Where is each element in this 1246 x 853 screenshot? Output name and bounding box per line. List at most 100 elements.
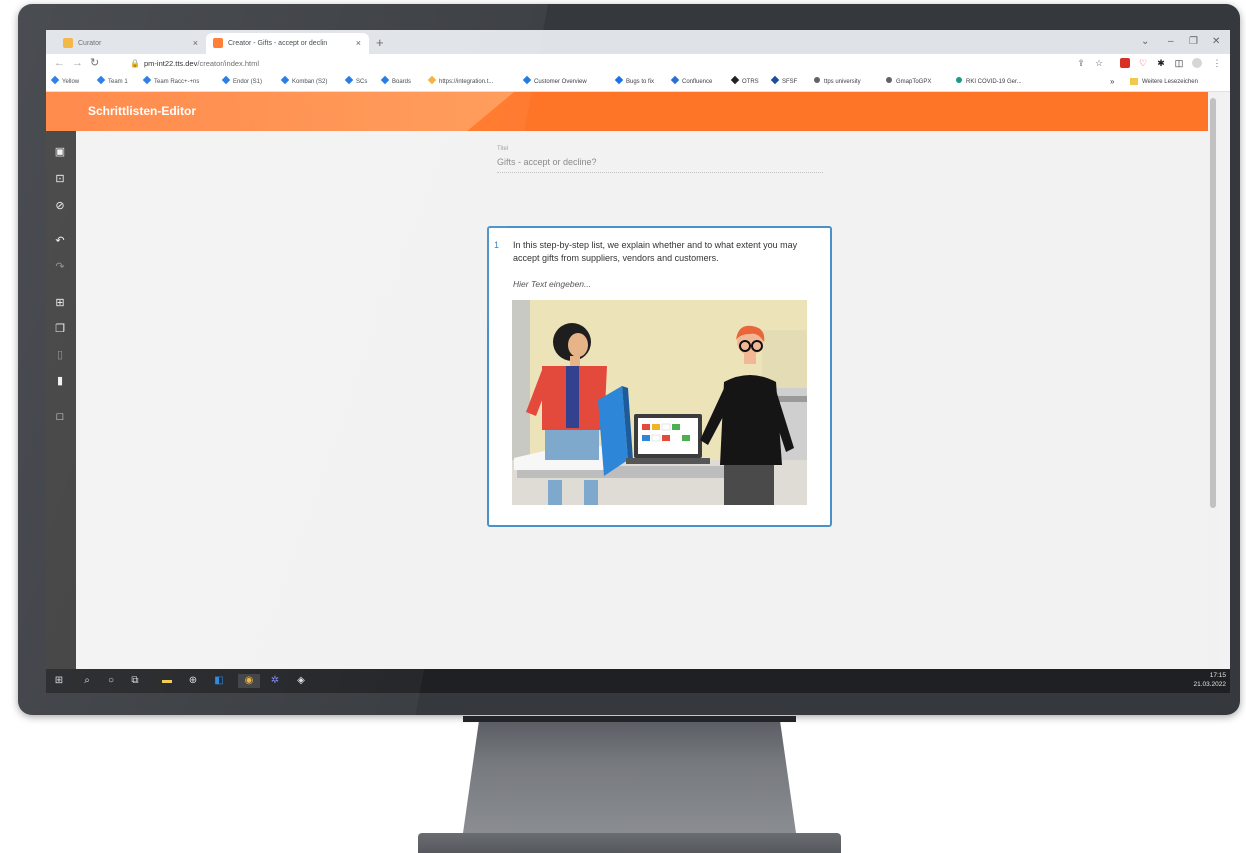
tab-curator[interactable]: Curator ×: [56, 33, 206, 54]
close-tab-icon[interactable]: ×: [193, 33, 198, 54]
step-text[interactable]: In this step-by-step list, we explain wh…: [513, 239, 818, 265]
pocket-icon[interactable]: ♡: [1138, 58, 1148, 68]
step-number: 1: [494, 240, 500, 250]
bookmark-icon: [614, 76, 624, 85]
file-explorer-icon[interactable]: ▬: [160, 674, 174, 688]
menu-kebab-icon[interactable]: ⋮: [1212, 58, 1222, 68]
monitor-stand-joint: [463, 716, 796, 722]
bookmark-item[interactable]: Bugs to fix: [614, 73, 654, 91]
close-tab-icon[interactable]: ×: [356, 33, 361, 54]
search-icon[interactable]: ⌕: [80, 674, 94, 688]
screen: Curator × Creator - Gifts - accept or de…: [46, 30, 1230, 693]
bookmark-icon: [280, 76, 290, 85]
clock-date: 21.03.2022: [1193, 681, 1226, 688]
url-host: pm-int22.tts.dev: [144, 59, 198, 68]
bookmark-item[interactable]: Team 1: [96, 73, 128, 91]
close-window-icon[interactable]: ✕: [1212, 33, 1220, 51]
redo-icon[interactable]: ↷: [53, 260, 67, 274]
undo-icon[interactable]: ↶: [53, 234, 67, 248]
cortana-icon[interactable]: ○: [104, 674, 118, 688]
sidepanel-icon[interactable]: ◫: [1174, 58, 1184, 68]
extensions-puzzle-icon[interactable]: ✱: [1156, 58, 1166, 68]
chrome-icon[interactable]: ◉: [238, 674, 260, 688]
minimize-icon[interactable]: –: [1168, 33, 1174, 51]
address-bar[interactable]: pm-int22.tts.dev/creator/index.html: [144, 55, 259, 72]
bookmark-item[interactable]: Confluence: [670, 73, 712, 91]
tab-label: Curator: [78, 40, 102, 47]
select-icon[interactable]: □: [53, 410, 67, 424]
globe-icon: [886, 77, 892, 84]
app-icon[interactable]: ◈: [294, 674, 308, 688]
bookmark-icon: [221, 76, 231, 85]
windows-start-icon[interactable]: ⊞: [52, 674, 66, 688]
browser-tab-strip: Curator × Creator - Gifts - accept or de…: [46, 30, 1230, 54]
monitor-frame: Curator × Creator - Gifts - accept or de…: [18, 4, 1240, 715]
add-step-icon[interactable]: ⊞: [53, 296, 67, 310]
clock-time: 17:15: [1209, 672, 1226, 679]
bookmark-item[interactable]: Komban (S2): [280, 73, 327, 91]
step-illustration[interactable]: [512, 300, 807, 505]
folder-icon: [1130, 77, 1138, 85]
outlook-icon[interactable]: ◧: [212, 674, 226, 688]
tab-search-chevron-icon[interactable]: ⌄: [1141, 33, 1149, 51]
bookmark-item[interactable]: https://integration.t...: [427, 73, 493, 91]
bookmark-item[interactable]: OTRS: [730, 73, 759, 91]
bookmark-icon: [380, 76, 390, 85]
other-bookmarks[interactable]: Weitere Lesezeichen: [1130, 73, 1198, 91]
cancel-icon[interactable]: ⊘: [53, 199, 67, 213]
title-input[interactable]: Gifts - accept or decline?: [497, 157, 597, 167]
copy-icon[interactable]: ❐: [53, 322, 67, 336]
globe-icon: [814, 77, 820, 84]
bookmark-item[interactable]: Team Racc+-+ns: [142, 73, 199, 91]
bookmark-icon: [427, 76, 437, 85]
windows-taskbar: ⊞ ⌕ ○ ⧉ ▬ ⊕ ◧ ◉ ✲ ◈ 17:15 21.03.2022: [46, 669, 1230, 693]
bookmark-icon: [522, 76, 532, 85]
reload-icon[interactable]: ↻: [90, 55, 99, 72]
forward-icon[interactable]: →: [72, 55, 83, 72]
sf-icon: [770, 76, 780, 85]
bookmark-star-icon[interactable]: ☆: [1094, 58, 1104, 68]
address-row: ← → ↻ 🔒 pm-int22.tts.dev/creator/index.h…: [46, 54, 1230, 73]
bookmark-item[interactable]: RKI COVID-19 Ger...: [956, 73, 1022, 91]
share-icon[interactable]: ⇪: [1076, 58, 1086, 68]
tts-icon: [730, 76, 740, 85]
bookmark-item[interactable]: Endor (S1): [221, 73, 262, 91]
bookmark-item[interactable]: Customer Overview: [522, 73, 587, 91]
monitor-stand: [463, 716, 796, 833]
app-title: Schrittlisten-Editor: [88, 104, 197, 118]
bookmark-item[interactable]: Yellow: [50, 73, 79, 91]
task-view-icon[interactable]: ⧉: [128, 674, 142, 688]
export-icon[interactable]: ⊡: [53, 172, 67, 186]
step-text-placeholder[interactable]: Hier Text eingeben...: [513, 279, 591, 289]
save-icon[interactable]: ▣: [53, 145, 67, 159]
bookmark-item[interactable]: SFSF: [770, 73, 797, 91]
restore-icon[interactable]: ❐: [1189, 33, 1198, 51]
title-label: Titel: [497, 146, 509, 152]
bookmark-item[interactable]: Boards: [380, 73, 411, 91]
back-icon[interactable]: ←: [54, 55, 65, 72]
extension-red-icon[interactable]: [1120, 58, 1130, 68]
bookmark-item[interactable]: GmapToGPX: [886, 73, 931, 91]
bookmark-icon: [142, 76, 152, 85]
teams-icon[interactable]: ✲: [268, 674, 282, 688]
scrollbar-thumb[interactable]: [1210, 98, 1216, 508]
rki-icon: [956, 77, 962, 84]
bookmarks-overflow[interactable]: »: [1110, 73, 1114, 91]
tab-label: Creator - Gifts - accept or declin: [228, 40, 328, 47]
new-tab-button[interactable]: +: [376, 33, 384, 53]
delete-icon[interactable]: ▮: [53, 374, 67, 388]
bookmark-icon: [50, 76, 60, 85]
bookmarks-bar: Yellow Team 1 Team Racc+-+ns Endor (S1) …: [46, 73, 1230, 92]
bookmark-item[interactable]: SCs: [344, 73, 367, 91]
taskbar-clock[interactable]: 17:15 21.03.2022: [1193, 671, 1226, 689]
password-manager-icon[interactable]: ⊕: [186, 674, 200, 688]
profile-avatar[interactable]: [1192, 58, 1202, 68]
monitor-base: [418, 833, 841, 853]
tab-creator[interactable]: Creator - Gifts - accept or declin ×: [206, 33, 369, 54]
url-path: /creator/index.html: [197, 59, 260, 68]
curator-favicon-icon: [63, 38, 73, 48]
office-illustration: [512, 300, 807, 505]
bookmark-item[interactable]: ttps university: [814, 73, 861, 91]
bookmark-icon: [344, 76, 354, 85]
paste-icon[interactable]: ▯: [53, 348, 67, 362]
